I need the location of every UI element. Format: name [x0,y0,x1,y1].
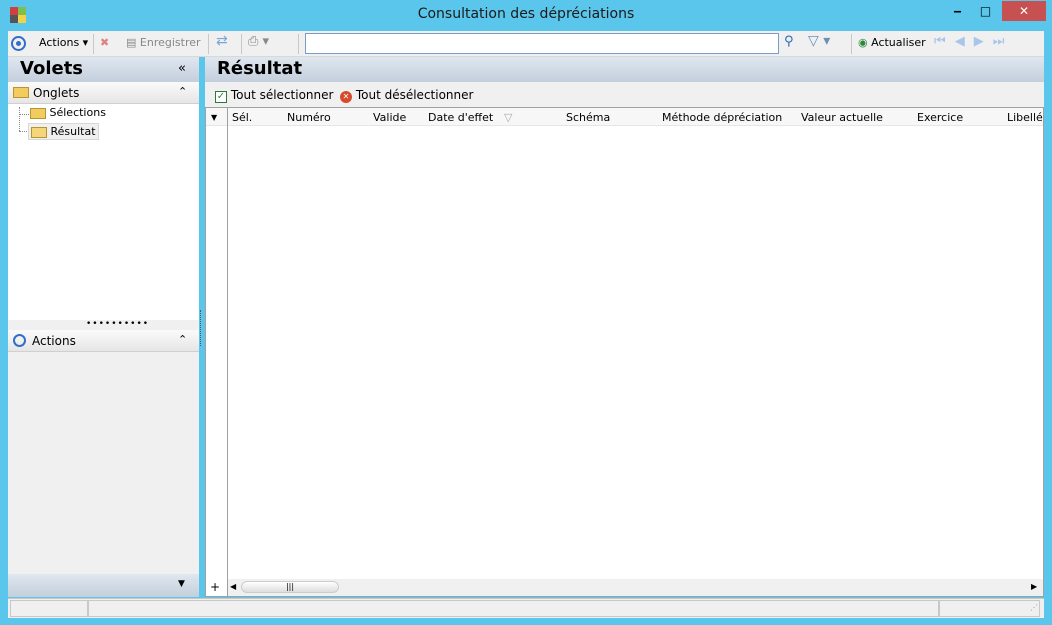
last-record-icon[interactable]: ⏭ [993,34,1014,49]
chevron-up-icon[interactable]: ⌃ [178,333,187,346]
sync-icon[interactable]: ⇄ [216,33,228,49]
actions-section-label: Actions [32,334,76,348]
print-button[interactable]: ⎙ ▾ [248,34,269,49]
column-header-valeur[interactable]: Valeur actuelle [801,111,883,124]
resize-grip-icon[interactable]: ⋰ [1030,603,1038,612]
title-bar: Consultation des dépréciations ‒ □ ✕ [0,0,1052,31]
record-navigation: ⏮◀▶⏭ [934,34,1013,49]
tree-item-selections[interactable]: Sélections [30,106,106,119]
save-label: Enregistrer [139,36,201,49]
scroll-left-icon[interactable]: ◀ [230,582,236,591]
print-icon: ⎙ [248,34,259,49]
search-icon[interactable]: ⚲ [784,34,794,49]
column-header-sel[interactable]: Sél. [232,111,252,124]
maximize-button[interactable]: □ [972,1,999,21]
panes-title: Volets [20,58,84,79]
horizontal-scrollbar[interactable]: + ◀ ||| ▶ [210,579,1043,596]
status-bar: ⋰ [8,598,1044,618]
column-header-exercice[interactable]: Exercice [917,111,963,124]
filter-icon: ▽ [808,33,819,49]
scroll-thumb[interactable]: ||| [241,581,339,593]
actions-menu-button[interactable]: Actions ▾ [39,36,88,49]
results-grid: ▼ Sél. Numéro Valide Date d'effet ▽ Sché… [205,107,1044,598]
column-header-schema[interactable]: Schéma [566,111,610,124]
save-button[interactable]: ▤ Enregistrer [126,36,201,49]
sort-icon: ▽ [504,111,513,124]
column-header-numero[interactable]: Numéro [287,111,331,124]
left-pane: Volets « Onglets ⌃ Sélections Résultat •… [8,57,199,597]
folder-icon [30,107,46,119]
deselect-all-label: Tout désélectionner [355,88,474,102]
checkbox-checked-icon: ✓ [215,91,227,103]
tree-item-label: Sélections [49,106,106,119]
refresh-button[interactable]: ◉ Actualiser [858,36,926,49]
status-panel [939,600,1040,617]
tabs-tree: Sélections Résultat [8,104,199,320]
result-header: Résultat [205,57,1044,82]
splitter-grip[interactable]: •••••••••• [86,319,149,329]
refresh-icon: ◉ [858,36,868,49]
chevron-down-icon[interactable]: ▼ [178,579,185,589]
minimize-button[interactable]: ‒ [944,1,971,21]
column-header-methode[interactable]: Méthode dépréciation [662,111,782,124]
actions-label: Actions [39,36,80,49]
first-record-icon[interactable]: ⏮ [934,34,955,49]
tree-item-label: Résultat [50,125,96,138]
refresh-label: Actualiser [871,36,926,49]
filter-button[interactable]: ▽ ▾ [808,33,830,49]
result-title: Résultat [217,58,303,79]
tabs-section-header[interactable]: Onglets ⌃ [8,82,199,104]
deselect-all-button[interactable]: ✕ Tout désélectionner [340,88,473,103]
column-header-valide[interactable]: Valide [373,111,406,124]
add-row-icon[interactable]: + [210,580,220,594]
pane-footer: ▼ [8,574,199,597]
close-button[interactable]: ✕ [1002,1,1046,21]
select-all-button[interactable]: ✓ Tout sélectionner [215,88,333,103]
column-header-date-effet[interactable]: Date d'effet [428,111,493,124]
actions-icon [11,36,26,51]
toolbar: Actions ▾ ✖ ▤ Enregistrer ⇄ ⎙ ▾ ⚲ ▽ ▾ ◉ … [8,31,1044,57]
status-panel [88,600,939,617]
chevron-up-icon[interactable]: ⌃ [178,85,187,98]
next-record-icon[interactable]: ▶ [974,34,993,49]
result-pane: Résultat ✓ Tout sélectionner ✕ Tout désé… [205,57,1044,598]
column-chooser-icon[interactable]: ▼ [211,113,217,122]
close-circle-icon: ✕ [340,91,352,103]
folder-icon [13,87,29,98]
delete-icon[interactable]: ✖ [100,36,109,49]
select-all-label: Tout sélectionner [230,88,334,102]
tree-item-resultat[interactable]: Résultat [28,123,99,140]
tabs-section-label: Onglets [33,86,80,100]
grid-header: ▼ Sél. Numéro Valide Date d'effet ▽ Sché… [206,108,1043,598]
actions-section-header[interactable]: Actions ⌃ [8,330,199,352]
status-panel [10,600,88,617]
actions-icon [13,334,26,347]
save-icon: ▤ [126,36,137,49]
panes-header: Volets « [8,57,199,82]
vertical-splitter[interactable] [200,310,201,346]
column-header-libelle[interactable]: Libellé [1007,111,1043,124]
scroll-right-icon[interactable]: ▶ [1031,582,1037,591]
search-input[interactable] [305,33,779,54]
previous-record-icon[interactable]: ◀ [955,34,974,49]
folder-open-icon [31,126,47,138]
collapse-panes-button[interactable]: « [178,61,186,76]
window-title: Consultation des dépréciations [417,6,635,22]
